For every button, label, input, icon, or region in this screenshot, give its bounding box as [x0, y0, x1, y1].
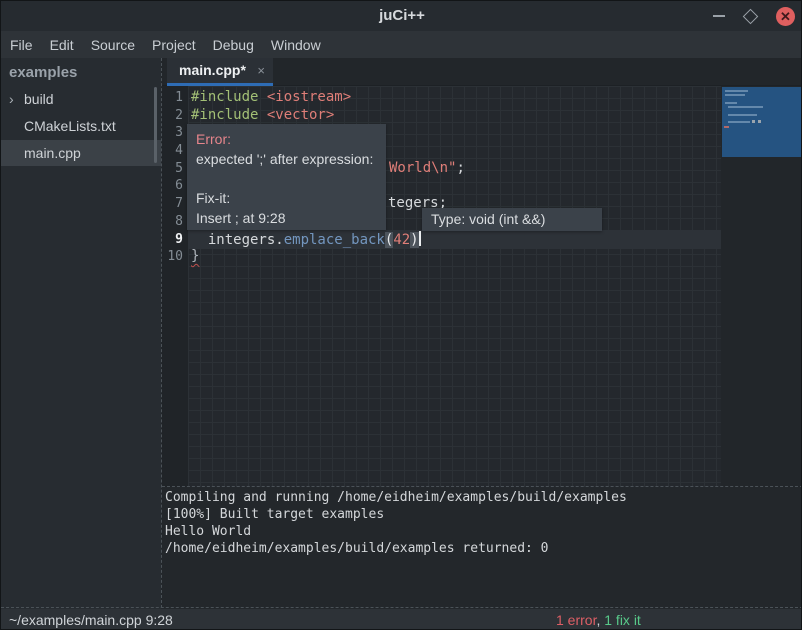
fixit-title: Fix-it: — [196, 188, 377, 208]
terminal-line: Hello World — [165, 523, 251, 540]
line-number: 7 — [143, 195, 183, 213]
line-number: 3 — [143, 124, 183, 142]
status-fixit-count: 1 fix it — [604, 612, 641, 628]
juci-window: juCi++ ✕ File Edit Source Project Debug … — [0, 0, 802, 630]
tab-close-icon[interactable]: × — [257, 58, 265, 83]
minimize-icon[interactable] — [713, 15, 725, 17]
close-icon[interactable]: ✕ — [776, 7, 795, 26]
line-number: 4 — [143, 142, 183, 160]
header-name: <vector> — [267, 107, 334, 123]
minimap-code-line — [728, 114, 757, 116]
sidebar-item-label: build — [24, 86, 54, 112]
statusbar-separator — [1, 607, 802, 608]
terminal-line: /home/eidheim/examples/build/examples re… — [165, 540, 549, 557]
type-tooltip-text: Type: void (int &&) — [431, 211, 545, 227]
tab-maincpp[interactable]: main.cpp* × — [167, 58, 273, 86]
text-cursor — [419, 231, 421, 246]
code-line-5-fragment: World\n"; — [389, 160, 465, 178]
terminal-line: Compiling and running /home/eidheim/exam… — [165, 489, 627, 506]
title-bar[interactable]: juCi++ ✕ — [1, 1, 802, 31]
string-literal: World\n" — [389, 160, 456, 176]
project-name-label: examples — [9, 61, 149, 85]
tooltip-spacer — [196, 169, 377, 188]
minimap-code-line — [728, 121, 750, 123]
line-number: 6 — [143, 177, 183, 195]
terminal-panel[interactable]: Compiling and running /home/eidheim/exam… — [162, 487, 802, 609]
fixit-text: Insert ; at 9:28 — [196, 208, 377, 228]
function-name: emplace_back — [284, 232, 385, 248]
menu-project[interactable]: Project — [152, 37, 196, 53]
sidebar-item-build[interactable]: › build — [1, 86, 161, 112]
line-number-current: 9 — [143, 231, 183, 249]
chevron-right-icon: › — [9, 86, 14, 112]
include-directive: #include — [191, 107, 267, 123]
header-name: <iostream> — [267, 89, 351, 105]
minimap-code-line — [725, 94, 745, 96]
error-tooltip: Error: expected ';' after expression: Fi… — [187, 124, 386, 230]
sidebar-item-maincpp[interactable]: main.cpp — [1, 140, 161, 166]
sidebar-item-label: CMakeLists.txt — [24, 113, 116, 139]
number-literal: 42 — [393, 232, 410, 248]
minimap-bracket-mark — [752, 120, 755, 123]
status-file-position: ~/examples/main.cpp 9:28 — [9, 609, 173, 630]
line-number: 8 — [143, 213, 183, 231]
minimap-error-mark — [724, 126, 729, 128]
line-number-gutter: 1 2 3 4 5 6 7 8 9 10 — [162, 86, 188, 487]
status-error-count: 1 error — [556, 612, 596, 628]
menu-source[interactable]: Source — [91, 37, 135, 53]
minimap-bracket-mark — [758, 120, 761, 123]
sidebar-item-label: main.cpp — [24, 140, 81, 166]
line-number: 1 — [143, 89, 183, 107]
paned-separator-terminal[interactable] — [162, 486, 802, 487]
close-paren-highlight: ) — [410, 232, 418, 248]
line-number: 2 — [143, 107, 183, 125]
line-number: 5 — [143, 160, 183, 178]
code-line-1: #include <iostream> — [191, 89, 351, 107]
code-line-9: integers.emplace_back(42) — [191, 231, 421, 250]
sidebar-item-cmakelists[interactable]: CMakeLists.txt — [1, 113, 161, 139]
terminal-line: [100%] Built target examples — [165, 506, 384, 523]
minimap-code-line — [728, 106, 763, 108]
semicolon: ; — [456, 160, 464, 176]
minimap-code-line — [725, 90, 748, 92]
minimap-code-line — [725, 102, 737, 104]
menu-debug[interactable]: Debug — [213, 37, 254, 53]
window-title: juCi++ — [1, 1, 802, 31]
menu-file[interactable]: File — [10, 37, 33, 53]
object-expression: integers. — [191, 232, 284, 248]
paned-separator-vertical[interactable] — [161, 58, 162, 608]
status-bar: ~/examples/main.cpp 9:28 1 error, 1 fix … — [1, 609, 802, 630]
menu-window[interactable]: Window — [271, 37, 321, 53]
minimap-viewport[interactable] — [722, 87, 802, 157]
error-tooltip-message: expected ';' after expression: — [196, 149, 377, 169]
restore-icon[interactable] — [743, 8, 759, 24]
error-tooltip-title: Error: — [196, 129, 377, 149]
include-directive: #include — [191, 89, 267, 105]
window-controls: ✕ — [713, 1, 795, 31]
type-tooltip: Type: void (int &&) — [422, 208, 602, 231]
menu-edit[interactable]: Edit — [50, 37, 74, 53]
code-line-2: #include <vector> — [191, 107, 334, 125]
tab-label: main.cpp* — [179, 58, 246, 83]
menu-bar: File Edit Source Project Debug Window — [1, 31, 802, 58]
status-diagnostics: 1 error, 1 fix it — [556, 609, 641, 630]
code-line-10: } — [191, 248, 199, 266]
closing-brace-error: } — [191, 248, 199, 264]
line-number: 10 — [143, 248, 183, 266]
